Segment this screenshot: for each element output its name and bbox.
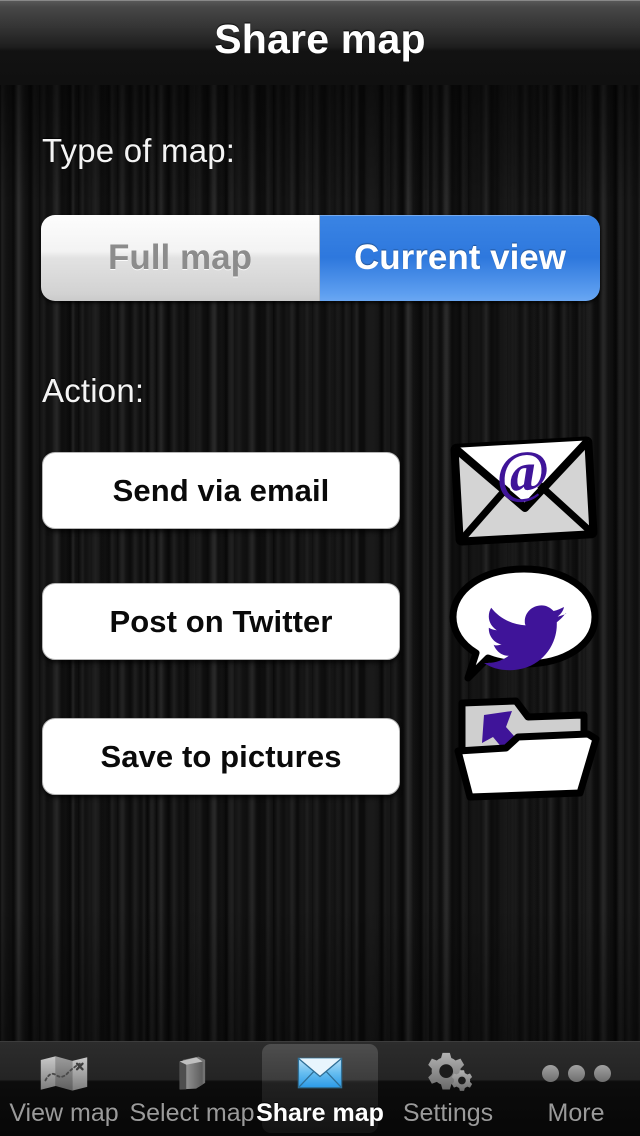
tab-more[interactable]: More (512, 1042, 640, 1136)
app-root: Share map Type of map: Full map Current … (0, 0, 640, 1136)
tab-label-select-map: Select map (129, 1099, 255, 1127)
ellipsis-icon (541, 1050, 611, 1096)
segment-full-map[interactable]: Full map (41, 215, 320, 301)
envelope-at-icon[interactable]: @ (448, 434, 600, 548)
segment-current-view[interactable]: Current view (320, 215, 600, 301)
dot (593, 1064, 611, 1082)
post-on-twitter-button[interactable]: Post on Twitter (42, 583, 400, 660)
tab-bar: View map Select map Share map Settings M… (0, 1041, 640, 1136)
tab-label-more: More (547, 1099, 605, 1127)
tab-select-map[interactable]: Select map (128, 1042, 256, 1136)
svg-text:@: @ (494, 438, 551, 506)
dot (567, 1064, 585, 1082)
folded-map-icon (36, 1050, 92, 1096)
dot (541, 1064, 559, 1082)
tab-view-map[interactable]: View map (0, 1042, 128, 1136)
send-via-email-button[interactable]: Send via email (42, 452, 400, 529)
tab-settings[interactable]: Settings (384, 1042, 512, 1136)
type-of-map-label: Type of map: (42, 132, 236, 169)
page-title: Share map (214, 16, 426, 62)
tab-share-map[interactable]: Share map (256, 1042, 384, 1136)
tab-label-view-map: View map (9, 1099, 119, 1127)
action-label: Action: (42, 372, 145, 409)
content-area: Type of map: Full map Current view Actio… (0, 85, 640, 1041)
book-stack-icon (164, 1050, 220, 1096)
tab-label-share-map: Share map (256, 1099, 384, 1127)
twitter-bird-speech-bubble-icon[interactable] (448, 563, 600, 683)
tab-label-settings: Settings (402, 1099, 494, 1127)
navigation-bar: Share map (0, 0, 640, 85)
map-type-segmented-control[interactable]: Full map Current view (41, 215, 600, 301)
save-to-pictures-button[interactable]: Save to pictures (42, 718, 400, 795)
gears-icon (420, 1050, 476, 1096)
envelope-icon (292, 1050, 348, 1096)
folder-download-icon[interactable] (448, 693, 600, 805)
